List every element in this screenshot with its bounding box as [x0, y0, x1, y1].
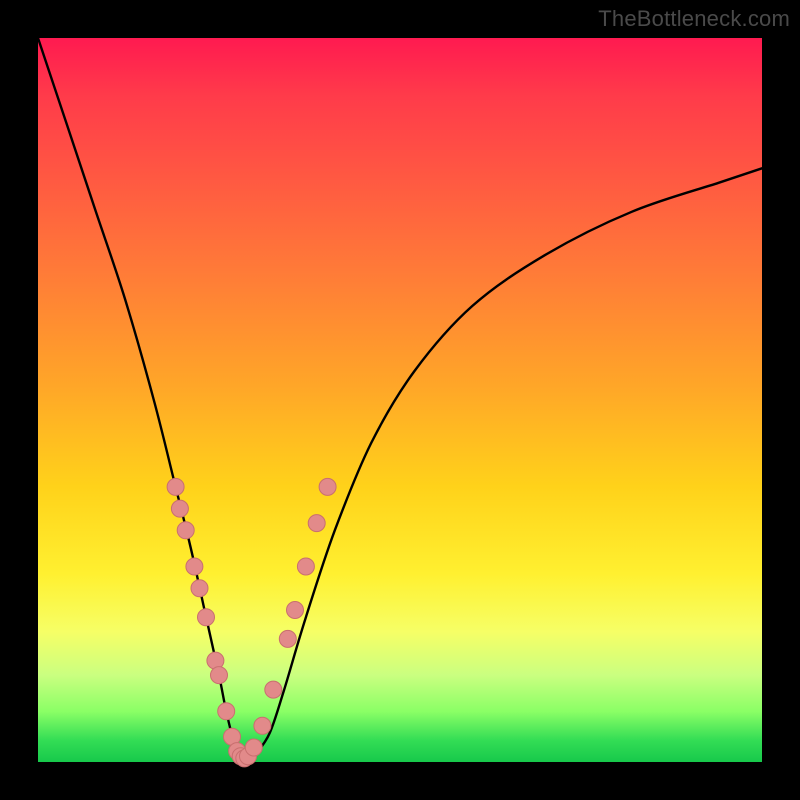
marker-dot	[308, 515, 325, 532]
marker-dot	[297, 558, 314, 575]
chart-frame: TheBottleneck.com	[0, 0, 800, 800]
marker-dot	[265, 681, 282, 698]
marker-dot	[254, 717, 271, 734]
marker-dot	[218, 703, 235, 720]
marker-dot	[198, 609, 215, 626]
marker-dot	[191, 580, 208, 597]
marker-dot	[167, 478, 184, 495]
marker-dots	[167, 478, 336, 767]
marker-dot	[287, 602, 304, 619]
marker-dot	[279, 630, 296, 647]
marker-dot	[186, 558, 203, 575]
marker-dot	[319, 478, 336, 495]
marker-dot	[245, 739, 262, 756]
marker-dot	[211, 667, 228, 684]
plot-area	[38, 38, 762, 762]
bottleneck-curve	[38, 38, 762, 762]
watermark-text: TheBottleneck.com	[598, 6, 790, 32]
marker-dot	[171, 500, 188, 517]
marker-dot	[177, 522, 194, 539]
bottleneck-curve-path	[38, 38, 762, 762]
curve-layer	[38, 38, 762, 762]
